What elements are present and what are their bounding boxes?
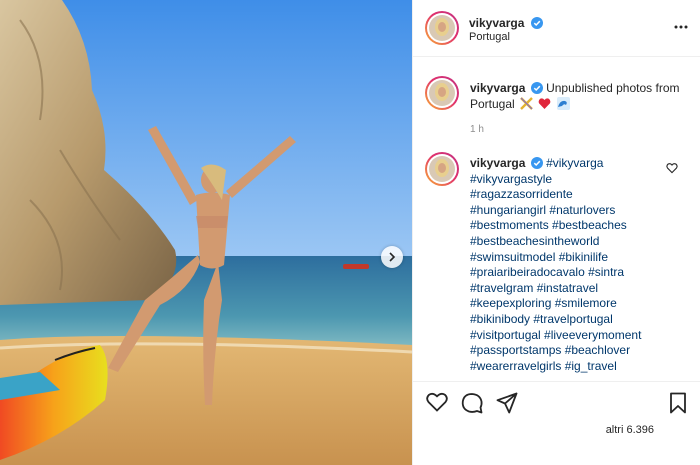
bookmark-icon[interactable] [669, 392, 687, 414]
verified-badge-icon [530, 82, 543, 94]
hashtag-line[interactable]: #bestmoments #bestbeaches [470, 218, 670, 234]
caption-avatar[interactable] [425, 76, 459, 110]
more-horizontal-icon[interactable] [674, 20, 688, 34]
hashtag-line[interactable]: #keepexploring #smilemore [470, 296, 670, 312]
hashtag-line[interactable]: #wearerravelgirls #ig_travel [470, 359, 670, 375]
avatar-photo [429, 156, 455, 182]
hashtag-line[interactable]: #bikinibody #travelportugal [470, 312, 670, 328]
post-time: 1 h [470, 124, 484, 135]
red-heart-emoji [539, 98, 551, 109]
hashtag-line[interactable]: #travelgram #instatravel [470, 281, 670, 297]
avatar[interactable] [425, 11, 459, 45]
caption-text-block: vikyvarga Unpublished photos from Portug… [470, 80, 685, 112]
comment-username[interactable]: vikyvarga [470, 156, 525, 170]
paper-plane-icon[interactable] [496, 392, 518, 414]
hashtag-line[interactable]: #swimsuitmodel #bikinilife [470, 250, 670, 266]
hashtag-line[interactable]: #visitportugal #liveeverymoment [470, 328, 670, 344]
post-location[interactable]: Portugal [469, 31, 510, 43]
comment-like-heart-icon[interactable] [666, 162, 678, 174]
hashtag-link[interactable]: #vikyvarga [546, 156, 603, 170]
wave-emoji [556, 97, 570, 110]
comment-icon[interactable] [461, 392, 483, 414]
caption-username[interactable]: vikyvarga [470, 81, 525, 95]
post-actions: altri 6.396 [413, 381, 700, 465]
comment-avatar[interactable] [425, 152, 459, 186]
post-photo[interactable] [0, 0, 412, 465]
likes-count[interactable]: altri 6.396 [606, 424, 654, 436]
post-username[interactable]: vikyvarga [469, 16, 524, 30]
hashtag-line[interactable]: #bestbeachesintheworld [470, 234, 670, 250]
crossed-swords-emoji [520, 97, 533, 110]
avatar-photo [429, 15, 455, 41]
hashtag-line[interactable]: #hungariangirl #naturlovers [470, 203, 670, 219]
comment-text-block: vikyvarga #vikyvarga #vikyvargastyle #ra… [470, 156, 670, 374]
heart-icon[interactable] [426, 392, 448, 412]
hashtag-line[interactable]: #passportstamps #beachlover [470, 343, 670, 359]
hashtag-line[interactable]: #ragazzasorridente [470, 187, 670, 203]
post-header: vikyvarga Portugal [413, 0, 700, 57]
post-side-panel: vikyvarga Portugal vikyvarga Unpublished… [412, 0, 700, 465]
hashtag-line[interactable]: #praiaribeiradocavalo #sintra [470, 265, 670, 281]
hashtag-line[interactable]: #vikyvargastyle [470, 172, 670, 188]
next-photo-button[interactable] [381, 246, 403, 268]
verified-badge-icon [530, 157, 543, 169]
beach-photo [0, 0, 412, 465]
avatar-photo [429, 80, 455, 106]
verified-badge-icon [530, 17, 543, 29]
chevron-right-icon [389, 252, 396, 262]
